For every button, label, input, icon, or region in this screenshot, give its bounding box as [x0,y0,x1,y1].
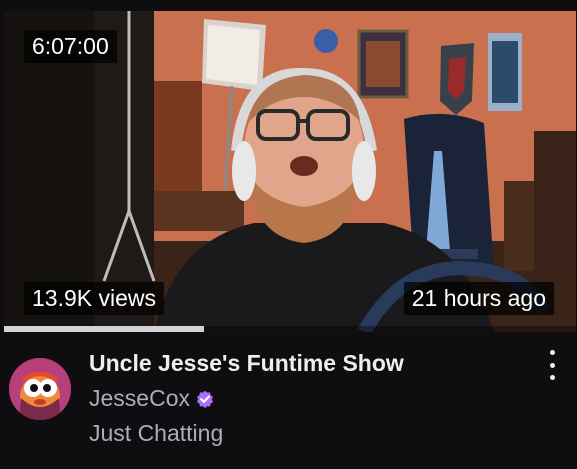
view-count: 13.9K views [24,282,165,315]
avatar-image [9,358,71,420]
channel-row: JesseCox [89,385,214,412]
video-thumbnail[interactable]: 6:07:00 13.9K views 21 hours ago [4,11,576,332]
video-age: 21 hours ago [403,282,554,315]
menu-dot [549,362,555,368]
channel-avatar[interactable] [9,358,71,420]
video-duration: 6:07:00 [24,30,117,63]
more-vertical-icon[interactable] [540,348,564,382]
video-card[interactable]: 6:07:00 13.9K views 21 hours ago Uncle J… [0,0,577,469]
menu-dot [549,350,555,355]
verified-badge-icon [196,390,213,408]
menu-dot [549,375,555,380]
video-meta: Uncle Jesse's Funtime Show JesseCox Just… [0,332,577,469]
channel-name[interactable]: JesseCox [89,385,190,412]
stream-category[interactable]: Just Chatting [89,420,223,447]
stream-title[interactable]: Uncle Jesse's Funtime Show [89,350,404,377]
